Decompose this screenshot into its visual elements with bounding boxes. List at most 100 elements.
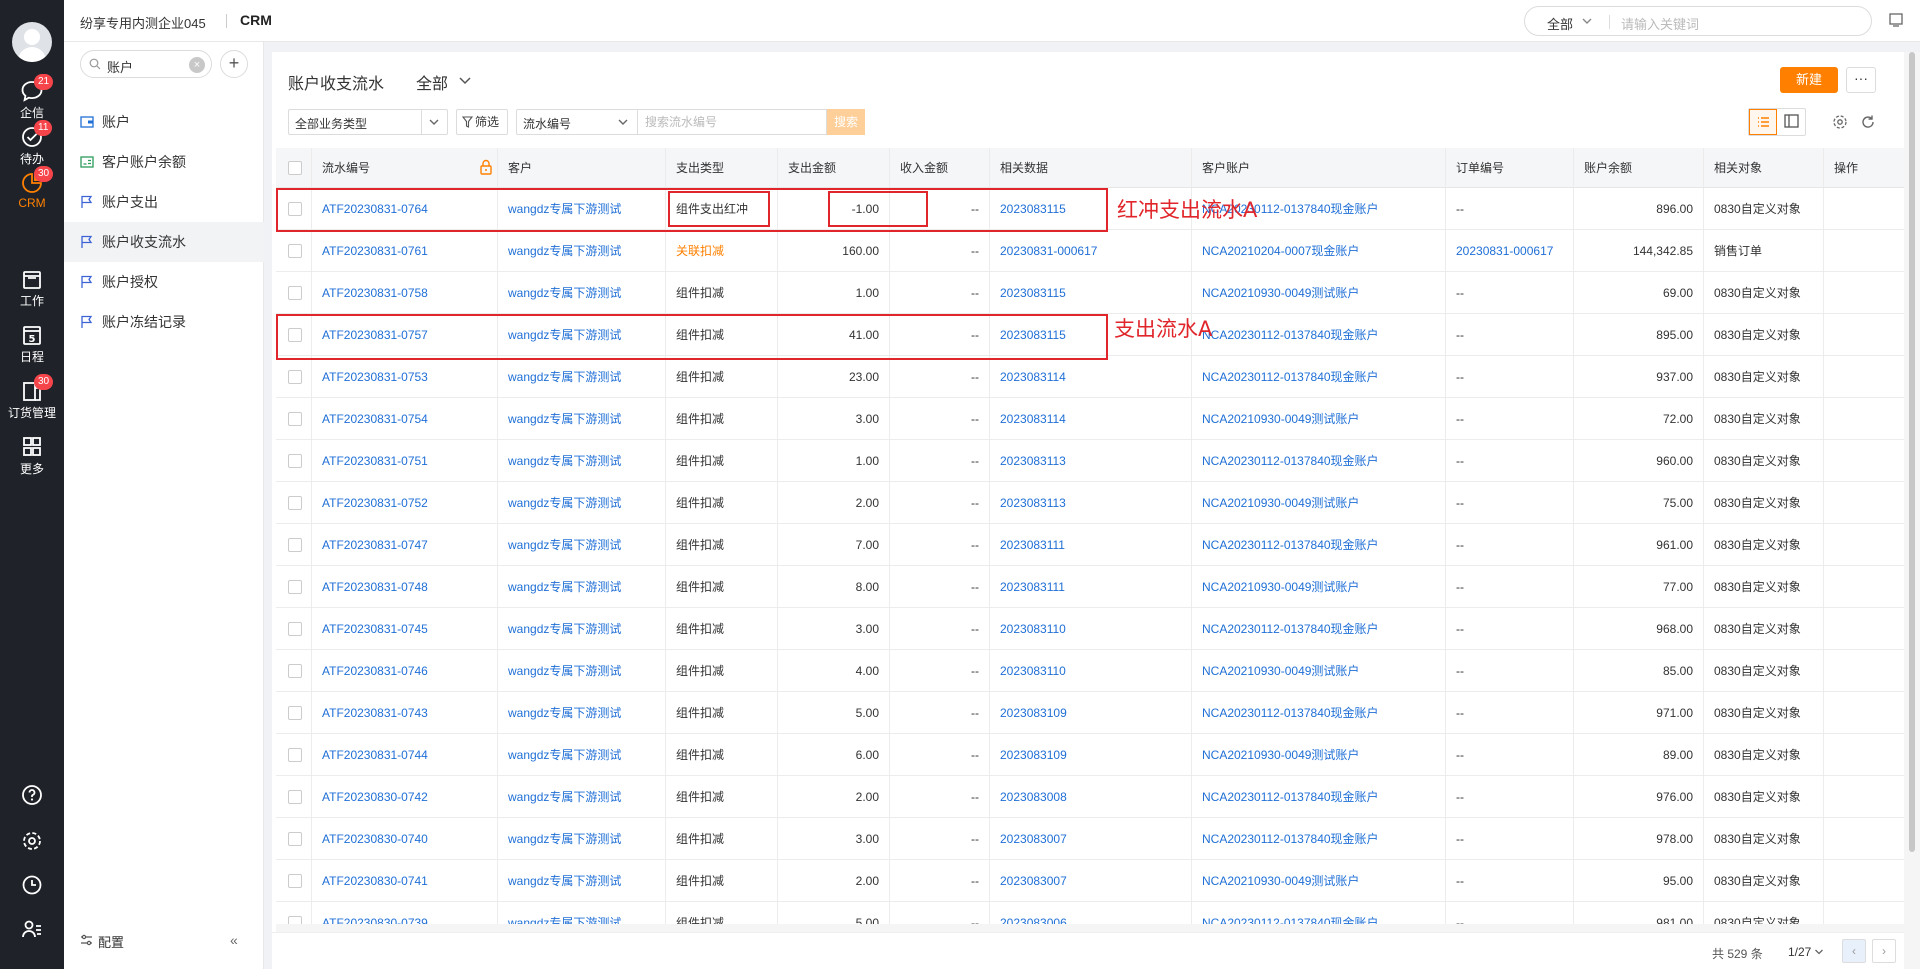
prev-page-button[interactable]: ‹ [1842, 939, 1866, 963]
row-actions[interactable] [1824, 398, 1904, 439]
customer-link[interactable]: wangdz专属下游测试 [498, 356, 666, 397]
related-data-link[interactable]: 2023083008 [990, 776, 1192, 817]
row-checkbox[interactable] [288, 832, 302, 846]
row-checkbox[interactable] [288, 244, 302, 258]
table-row[interactable]: ATF20230830-0739 wangdz专属下游测试 组件扣减 5.00 -- 20… [276, 902, 1904, 924]
row-checkbox[interactable] [288, 664, 302, 678]
related-data-link[interactable]: 2023083109 [990, 734, 1192, 775]
list-view-button[interactable] [1749, 109, 1777, 135]
row-actions[interactable] [1824, 482, 1904, 523]
customer-account-link[interactable]: NCA20210930-0049测试账户 [1192, 734, 1446, 775]
chevron-down-icon[interactable] [458, 72, 472, 88]
row-actions[interactable] [1824, 650, 1904, 691]
order-id[interactable]: 20230831-000617 [1446, 230, 1574, 271]
related-data-link[interactable]: 2023083113 [990, 440, 1192, 481]
row-checkbox[interactable] [288, 538, 302, 552]
column-header[interactable]: 客户账户 [1192, 148, 1446, 187]
vertical-scrollbar[interactable] [1904, 52, 1920, 969]
table-row[interactable]: ATF20230831-0748 wangdz专属下游测试 组件扣减 8.00 -- 20… [276, 566, 1904, 608]
sidebar-item-customer-balance[interactable]: 客户账户余额 [64, 142, 264, 182]
collapse-sidebar-icon[interactable]: « [230, 932, 238, 948]
row-actions[interactable] [1824, 734, 1904, 775]
flow-id-link[interactable]: ATF20230830-0741 [312, 860, 498, 901]
row-actions[interactable] [1824, 440, 1904, 481]
row-actions[interactable] [1824, 860, 1904, 901]
sidebar-item-account-flow[interactable]: 账户收支流水 [64, 222, 264, 262]
related-data-link[interactable]: 2023083111 [990, 524, 1192, 565]
customer-link[interactable]: wangdz专属下游测试 [498, 776, 666, 817]
business-type-select[interactable]: 全部业务类型 [288, 109, 448, 135]
column-header[interactable]: 相关对象 [1704, 148, 1824, 187]
rail-item-work[interactable]: 工作 [0, 262, 64, 318]
table-row[interactable]: ATF20230831-0744 wangdz专属下游测试 组件扣减 6.00 -- 20… [276, 734, 1904, 776]
column-header[interactable]: 支出类型 [666, 148, 778, 187]
row-actions[interactable] [1824, 524, 1904, 565]
customer-link[interactable]: wangdz专属下游测试 [498, 902, 666, 924]
table-row[interactable]: ATF20230831-0753 wangdz专属下游测试 组件扣减 23.00 -- 2… [276, 356, 1904, 398]
rail-item-calendar[interactable]: 5 日程 [0, 318, 64, 374]
search-input[interactable]: 搜索流水编号 [637, 109, 827, 135]
column-header[interactable]: 客户 [498, 148, 666, 187]
flow-id-link[interactable]: ATF20230831-0747 [312, 524, 498, 565]
chevron-down-icon[interactable] [1814, 945, 1824, 959]
table-row[interactable]: ATF20230831-0751 wangdz专属下游测试 组件扣减 1.00 -- 20… [276, 440, 1904, 482]
next-page-button[interactable]: › [1872, 939, 1896, 963]
add-menu-button[interactable]: + [220, 50, 248, 78]
search-field-select[interactable]: 流水编号 [516, 109, 638, 135]
row-actions[interactable] [1824, 692, 1904, 733]
flow-id-link[interactable]: ATF20230831-0745 [312, 608, 498, 649]
rail-item-orders[interactable]: 订货管理 30 [0, 374, 64, 430]
flow-id-link[interactable]: ATF20230830-0739 [312, 902, 498, 924]
related-data-link[interactable]: 2023083114 [990, 356, 1192, 397]
search-button[interactable]: 搜索 [827, 109, 865, 135]
row-checkbox[interactable] [288, 874, 302, 888]
table-row[interactable]: ATF20230831-0754 wangdz专属下游测试 组件扣减 3.00 -- 20… [276, 398, 1904, 440]
flow-id-link[interactable]: ATF20230831-0743 [312, 692, 498, 733]
table-row[interactable]: ATF20230831-0747 wangdz专属下游测试 组件扣减 7.00 -- 20… [276, 524, 1904, 566]
column-header[interactable]: 订单编号 [1446, 148, 1574, 187]
row-checkbox[interactable] [288, 916, 302, 924]
flow-id-link[interactable]: ATF20230831-0758 [312, 272, 498, 313]
customer-account-link[interactable]: NCA20210930-0049测试账户 [1192, 650, 1446, 691]
select-all-checkbox[interactable] [288, 161, 302, 175]
flow-id-link[interactable]: ATF20230831-0746 [312, 650, 498, 691]
related-data-link[interactable]: 2023083109 [990, 692, 1192, 733]
customer-account-link[interactable]: NCA20210204-0007现金账户 [1192, 230, 1446, 271]
flow-id-link[interactable]: ATF20230831-0751 [312, 440, 498, 481]
sidebar-item-account[interactable]: 账户 [64, 102, 264, 142]
table-row[interactable]: ATF20230831-0745 wangdz专属下游测试 组件扣减 3.00 -- 20… [276, 608, 1904, 650]
related-data-link[interactable]: 2023083115 [990, 272, 1192, 313]
customer-account-link[interactable]: NCA20230112-0137840现金账户 [1192, 818, 1446, 859]
row-actions[interactable] [1824, 314, 1904, 355]
table-row[interactable]: ATF20230831-0743 wangdz专属下游测试 组件扣减 5.00 -- 20… [276, 692, 1904, 734]
table-row[interactable]: ATF20230830-0742 wangdz专属下游测试 组件扣减 2.00 -- 20… [276, 776, 1904, 818]
row-actions[interactable] [1824, 776, 1904, 817]
table-row[interactable]: ATF20230831-0746 wangdz专属下游测试 组件扣减 4.00 -- 20… [276, 650, 1904, 692]
refresh-icon[interactable] [1860, 114, 1876, 130]
row-actions[interactable] [1824, 188, 1904, 229]
row-actions[interactable] [1824, 566, 1904, 607]
settings-button[interactable] [0, 830, 64, 860]
customer-account-link[interactable]: NCA20210930-0049测试账户 [1192, 482, 1446, 523]
customer-account-link[interactable]: NCA20230112-0137840现金账户 [1192, 524, 1446, 565]
customer-link[interactable]: wangdz专属下游测试 [498, 566, 666, 607]
filter-button[interactable]: 筛选 [456, 109, 508, 135]
flow-id-link[interactable]: ATF20230831-0754 [312, 398, 498, 439]
flow-id-link[interactable]: ATF20230831-0744 [312, 734, 498, 775]
customer-link[interactable]: wangdz专属下游测试 [498, 272, 666, 313]
row-actions[interactable] [1824, 818, 1904, 859]
row-checkbox[interactable] [288, 454, 302, 468]
table-row[interactable]: ATF20230831-0758 wangdz专属下游测试 组件扣减 1.00 -- 20… [276, 272, 1904, 314]
customer-link[interactable]: wangdz专属下游测试 [498, 860, 666, 901]
customer-account-link[interactable]: NCA20210930-0049测试账户 [1192, 860, 1446, 901]
sidebar-item-account-auth[interactable]: 账户授权 [64, 262, 264, 302]
global-search-input[interactable]: 请输入关键词 [1621, 14, 1699, 33]
row-checkbox[interactable] [288, 790, 302, 804]
customer-link[interactable]: wangdz专属下游测试 [498, 608, 666, 649]
row-checkbox[interactable] [288, 748, 302, 762]
related-data-link[interactable]: 2023083111 [990, 566, 1192, 607]
split-view-button[interactable] [1778, 109, 1806, 135]
column-header[interactable]: 相关数据 [990, 148, 1192, 187]
customer-link[interactable]: wangdz专属下游测试 [498, 230, 666, 271]
row-checkbox[interactable] [288, 370, 302, 384]
